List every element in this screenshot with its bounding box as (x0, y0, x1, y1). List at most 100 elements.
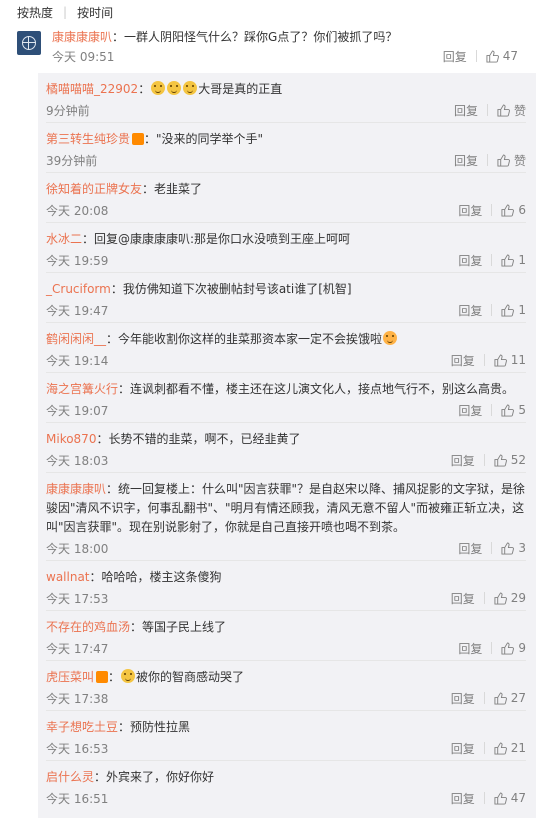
thumbs-up-icon (501, 203, 515, 217)
thumbs-up-icon (494, 691, 507, 705)
reply-button[interactable]: 回复 (454, 102, 478, 119)
reply-content: ：统一回复楼上：什么叫"因言获罪"？是自赵宋以降、捕风捉影的文字狱，是徐骏因"清… (46, 482, 526, 534)
reply-username[interactable]: Miko870 (46, 432, 96, 446)
reply-button[interactable]: 回复 (443, 48, 467, 65)
like-button[interactable]: 47 (486, 49, 518, 63)
reply-button[interactable]: 回复 (458, 252, 482, 269)
reply-username[interactable]: 第三转生纯珍贵 (46, 132, 130, 146)
reply-item: 康康康康叭：统一回复楼上：什么叫"因言获罪"？是自赵宋以降、捕风捉影的文字狱，是… (46, 473, 526, 561)
reply-content: ："没来的同学举个手" (144, 132, 264, 146)
like-button[interactable]: 21 (494, 741, 526, 755)
reply-username[interactable]: 海之宫篝火行 (46, 382, 118, 396)
reply-content: ：连讽刺都看不懂，楼主还在这儿演文化人，接点地气行不，别这么高贵。 (118, 382, 515, 396)
reply-username[interactable]: 启什么灵 (46, 770, 94, 784)
reply-content: ：我仿佛知道下次被删帖封号该ati谁了[机智] (110, 282, 352, 296)
reply-text: 康康康康叭：统一回复楼上：什么叫"因言获罪"？是自赵宋以降、捕风捉影的文字狱，是… (46, 480, 526, 537)
like-count: 1 (518, 303, 526, 317)
main-comment: 康康康康叭：一群人阴阳怪气什么？踩你G点了？你们被抓了吗？ 今天 09:51 回… (0, 24, 536, 66)
reply-username[interactable]: 徐知着的正牌女友 (46, 182, 142, 196)
thumbs-up-icon (497, 153, 510, 167)
like-count: 52 (510, 453, 526, 467)
reply-content: 被你的智商感动哭了 (136, 670, 245, 684)
reply-time: 今天 18:03 (46, 453, 109, 468)
thumbs-up-icon (497, 103, 510, 117)
reply-content: ：等国子民上线了 (130, 620, 227, 634)
reply-button[interactable]: 回复 (458, 202, 482, 219)
tab-sort-by-time[interactable]: 按时间 (77, 4, 113, 21)
reply-text: _Cruciform：我仿佛知道下次被删帖封号该ati谁了[机智] (46, 280, 526, 299)
reply-content: ：哈哈哈，楼主这条傻狗 (89, 570, 222, 584)
reply-item: _Cruciform：我仿佛知道下次被删帖封号该ati谁了[机智] 今天 19:4… (46, 273, 526, 323)
reply-text: 鹤闲闲闲__：今年能收割你这样的韭菜那资本家一定不会挨饿啦 (46, 330, 526, 349)
reply-time: 39分钟前 (46, 153, 98, 168)
reply-username[interactable]: 虎压菜叫 (46, 670, 94, 684)
reply-username[interactable]: 康康康康叭 (46, 482, 106, 496)
reply-content: ：外宾来了，你好你好 (94, 770, 215, 784)
reply-item: 徐知着的正牌女友：老韭菜了 今天 20:08 回复 6 (46, 173, 526, 223)
tab-divider: | (63, 5, 68, 19)
reply-time: 今天 19:07 (46, 403, 109, 418)
like-button[interactable]: 47 (494, 791, 526, 805)
reply-text: Miko870：长势不错的韭菜，啊不，已经韭黄了 (46, 430, 526, 449)
like-button[interactable]: 27 (494, 691, 526, 705)
like-button[interactable]: 52 (494, 453, 526, 467)
reply-button[interactable]: 回复 (451, 452, 475, 469)
reply-button[interactable]: 回复 (451, 690, 475, 707)
reply-button[interactable]: 回复 (458, 540, 482, 557)
reply-button[interactable]: 回复 (451, 590, 475, 607)
like-count: 1 (518, 253, 526, 267)
reply-button[interactable]: 回复 (451, 740, 475, 757)
like-count: 47 (502, 49, 518, 63)
reply-username[interactable]: 鹤闲闲闲__ (46, 332, 106, 346)
reply-button[interactable]: 回复 (451, 790, 475, 807)
like-button[interactable]: 9 (501, 641, 526, 655)
like-button[interactable]: 29 (494, 591, 526, 605)
reply-content: ：长势不错的韭菜，啊不，已经韭黄了 (96, 432, 301, 446)
reply-item: 鹤闲闲闲__：今年能收割你这样的韭菜那资本家一定不会挨饿啦 今天 19:14 回复 1… (46, 323, 526, 373)
like-button[interactable]: 6 (501, 203, 526, 217)
emoji-icon (121, 669, 136, 683)
reply-text: 虎压菜叫：被你的智商感动哭了 (46, 669, 245, 684)
reply-username[interactable]: 水冰二 (46, 232, 82, 246)
reply-button[interactable]: 回复 (451, 352, 475, 369)
reply-item: 幸子想吃土豆：预防性拉黑 今天 16:53 回复 21 (46, 711, 526, 761)
like-count: 9 (518, 641, 526, 655)
reply-time: 今天 20:08 (46, 203, 109, 218)
reply-item: 虎压菜叫：被你的智商感动哭了 今天 17:38 回复 27 (46, 661, 526, 711)
reply-text: 海之宫篝火行：连讽刺都看不懂，楼主还在这儿演文化人，接点地气行不，别这么高贵。 (46, 380, 526, 399)
like-button[interactable]: 11 (494, 353, 526, 367)
thumbs-up-icon (494, 353, 507, 367)
reply-item: 启什么灵：外宾来了，你好你好今天 16:51 回复 47 (46, 761, 526, 810)
reply-username[interactable]: 不存在的鸡血汤 (46, 620, 130, 634)
reply-button[interactable]: 回复 (458, 640, 482, 657)
like-button[interactable]: 赞 (497, 152, 526, 169)
thumbs-up-icon (501, 541, 515, 555)
reply-username[interactable]: wallnat (46, 570, 90, 584)
avatar[interactable] (17, 31, 41, 55)
reply-button[interactable]: 回复 (454, 152, 478, 169)
reply-content: 大哥是真的正直 (198, 82, 283, 96)
reply-username[interactable]: 橘喵喵喵_22902 (46, 82, 138, 96)
like-button[interactable]: 5 (501, 403, 526, 417)
tab-sort-by-hot[interactable]: 按热度 (17, 4, 53, 21)
thumbs-up-icon (494, 453, 507, 467)
reply-content: ：预防性拉黑 (118, 720, 191, 734)
reply-content: ：今年能收割你这样的韭菜那资本家一定不会挨饿啦 (106, 332, 383, 346)
like-button[interactable]: 1 (501, 303, 526, 317)
reply-username[interactable]: 幸子想吃土豆 (46, 720, 118, 734)
reply-text: 第三转生纯珍贵 ："没来的同学举个手" (46, 130, 526, 149)
like-button[interactable]: 赞 (497, 102, 526, 119)
like-count: 21 (510, 741, 526, 755)
reply-time: 今天 17:53 (46, 591, 109, 606)
reply-item: wallnat：哈哈哈，楼主这条傻狗今天 17:53 回复 29 (46, 561, 526, 611)
reply-time: 今天 16:51 (46, 791, 109, 806)
like-button[interactable]: 3 (501, 541, 526, 555)
like-button[interactable]: 1 (501, 253, 526, 267)
like-count: 6 (518, 203, 526, 217)
comment-username[interactable]: 康康康康叭 (52, 30, 112, 44)
reply-username[interactable]: _Cruciform (46, 282, 111, 296)
reply-button[interactable]: 回复 (458, 402, 482, 419)
reply-button[interactable]: 回复 (458, 302, 482, 319)
sort-tabs: 按热度 | 按时间 (0, 0, 536, 24)
reply-time: 今天 17:47 (46, 641, 109, 656)
